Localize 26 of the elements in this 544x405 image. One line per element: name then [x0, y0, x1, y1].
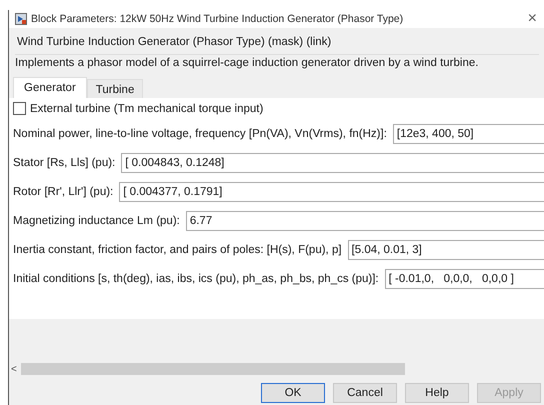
parameter-label: Inertia constant, friction factor, and pairs of poles: [H(s), F(pu), p]	[13, 244, 342, 256]
input-field[interactable]: [ 0.004377, 0.1791]	[119, 182, 544, 202]
tab[interactable]: Turbine	[86, 79, 144, 98]
dialog-button[interactable]: Help	[405, 383, 469, 403]
dialog-button[interactable]: OK	[261, 383, 325, 403]
checkbox-label: External turbine (Tm mechanical torque input)	[30, 102, 264, 114]
input-field[interactable]: 6.77	[186, 211, 544, 231]
parameter-label: Rotor [Rr', Llr'] (pu):	[13, 186, 114, 198]
input-field[interactable]: [5.04, 0.01, 3]	[348, 240, 544, 260]
scroll-left-button[interactable]: <	[11, 364, 17, 374]
scroll-thumb[interactable]	[20, 363, 405, 375]
close-button[interactable]: ×	[520, 11, 544, 27]
input-field[interactable]: [ 0.004843, 0.1248]	[121, 153, 544, 173]
parameter-label: Magnetizing inductance Lm (pu):	[13, 215, 180, 227]
parameter-label: Nominal power, line-to-line voltage, frequency [Pn(VA), Vn(Vrms), fn(Hz)]:	[13, 128, 387, 140]
parameter-label: Stator [Rs, Lls] (pu):	[13, 157, 116, 169]
input-field[interactable]: [ -0.01,0, 0,0,0, 0,0,0 ]	[384, 269, 544, 289]
tab[interactable]: Generator	[13, 77, 87, 98]
block-description: Implements a phasor model of a squirrel-cage induction generator driven by a wind turbine.	[15, 54, 539, 75]
dialog-button[interactable]: Cancel	[333, 383, 397, 403]
input-field[interactable]: [12e3, 400, 50]	[392, 124, 544, 144]
checkbox[interactable]	[13, 102, 26, 115]
parameter-label: Initial conditions [s, th(deg), ias, ibs, ics (pu), ph_as, ph_bs, ph_cs (pu)]:	[13, 273, 379, 285]
block-icon	[15, 13, 27, 25]
window-title: Block Parameters: 12kW 50Hz Wind Turbine Induction Generator (Phasor Type)	[31, 13, 404, 25]
block-title: Wind Turbine Induction Generator (Phasor Type) (mask) (link)	[16, 35, 332, 50]
